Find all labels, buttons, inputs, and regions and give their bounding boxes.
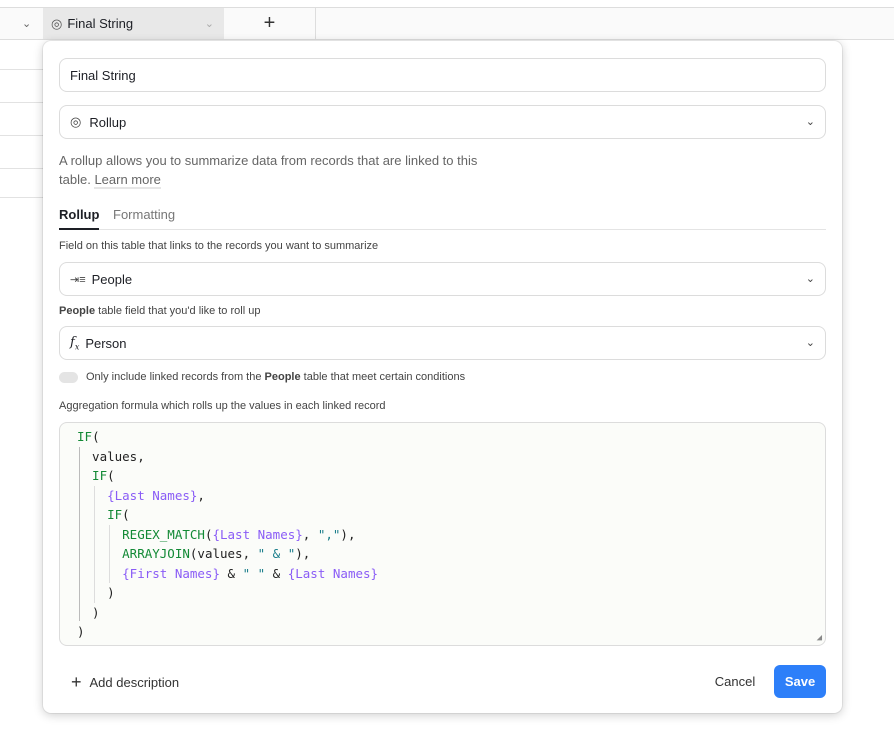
grid-row — [0, 136, 43, 169]
formula-line: {First Names} & " " & {Last Names} — [77, 564, 825, 584]
formula-line: ) — [77, 583, 825, 603]
formula-line: {Last Names}, — [77, 486, 825, 506]
rollup-field-select[interactable]: fx Person ⌄ — [59, 326, 826, 360]
conditions-toggle-row: Only include linked records from the Peo… — [59, 371, 465, 383]
grid-header: ⌄ ◎ Final String ⌄ + — [0, 7, 894, 40]
grid-row — [0, 70, 43, 103]
formula-line: IF( — [77, 505, 825, 525]
rollup-field-label: People table field that you'd like to ro… — [59, 305, 261, 317]
formula-line: REGEX_MATCH({Last Names}, ","), — [77, 525, 825, 545]
field-config-dialog: Final String ◎ Rollup ⌄ A rollup allows … — [43, 41, 842, 713]
formula-fx-icon: fx — [70, 334, 80, 352]
rollup-spiral-icon: ◎ — [70, 114, 82, 129]
formula-token: ), — [340, 526, 356, 542]
formula-token: " " — [242, 565, 266, 581]
conditions-toggle[interactable] — [59, 371, 78, 383]
formula-editor[interactable]: ◢ IF( values, IF( {Last Names}, IF( REGE… — [59, 422, 826, 646]
formula-token: ( — [122, 507, 130, 522]
indent-guide — [109, 525, 110, 583]
formula-token: {Last Names} — [77, 487, 198, 503]
chevron-down-icon: ⌄ — [204, 18, 214, 30]
formula-line: ) — [77, 622, 825, 642]
tab-formatting[interactable]: Formatting — [113, 207, 175, 222]
formula-line: ) — [77, 603, 825, 623]
rollup-spiral-icon: ◎ — [51, 15, 63, 31]
chevron-down-icon[interactable]: ⌄ — [22, 8, 42, 39]
formula-token: IF — [77, 429, 93, 444]
plus-icon: + — [71, 672, 82, 692]
chevron-down-icon: ⌄ — [805, 116, 815, 128]
formula-line: IF( — [77, 466, 825, 486]
link-field-label: Field on this table that links to the re… — [59, 240, 379, 252]
formula-token: & — [265, 565, 288, 581]
chevron-down-icon: ⌄ — [805, 337, 815, 349]
formula-line: values, — [77, 447, 825, 467]
save-button[interactable]: Save — [774, 665, 826, 698]
formula-token: (values, — [189, 546, 258, 561]
formula-token: ) — [77, 585, 115, 600]
formula-token: ) — [77, 624, 85, 639]
formula-token: " & " — [257, 546, 296, 561]
cancel-button[interactable]: Cancel — [705, 665, 765, 698]
formula-token: ( — [92, 429, 100, 444]
field-type-select[interactable]: ◎ Rollup ⌄ — [59, 105, 826, 139]
column-header-final-string[interactable]: ◎ Final String ⌄ — [43, 8, 224, 39]
formula-token: , — [302, 526, 318, 542]
formula-token: {First Names} — [77, 565, 220, 581]
formula-token: {Last Names} — [287, 565, 379, 581]
formula-token: IF — [77, 468, 108, 483]
formula-token: REGEX_MATCH — [77, 526, 205, 542]
learn-more-link[interactable]: Learn more — [94, 172, 161, 189]
linked-record-icon: ⇥≡ — [70, 273, 86, 286]
formula-token: {Last Names} — [212, 526, 303, 542]
grid-row — [0, 40, 43, 70]
indent-guide — [79, 447, 80, 621]
formula-token: ) — [77, 604, 100, 620]
formula-token: , — [197, 487, 205, 503]
resize-handle-icon[interactable]: ◢ — [817, 633, 822, 643]
indent-guide — [94, 486, 95, 603]
link-field-select[interactable]: ⇥≡ People ⌄ — [59, 262, 826, 296]
formula-token: ( — [107, 468, 115, 483]
formula-token: IF — [77, 507, 123, 522]
formula-token: & — [220, 565, 243, 581]
formula-token: values, — [77, 448, 145, 464]
formula-label: Aggregation formula which rolls up the v… — [59, 400, 386, 412]
plus-icon[interactable]: + — [224, 8, 316, 39]
formula-token: "," — [317, 526, 341, 542]
grid-row — [0, 103, 43, 136]
chevron-down-icon: ⌄ — [805, 273, 815, 285]
formula-line: IF( — [77, 427, 825, 447]
formula-line: ARRAYJOIN(values, " & "), — [77, 544, 825, 564]
field-name-input[interactable]: Final String — [59, 58, 826, 92]
tab-rollup[interactable]: Rollup — [59, 207, 100, 230]
add-description-button[interactable]: + Add description — [71, 672, 179, 693]
grid-row — [0, 169, 43, 198]
tabs: Rollup Formatting — [59, 207, 826, 230]
field-description: A rollup allows you to summarize data fr… — [59, 153, 478, 189]
formula-token: ), — [295, 546, 311, 561]
